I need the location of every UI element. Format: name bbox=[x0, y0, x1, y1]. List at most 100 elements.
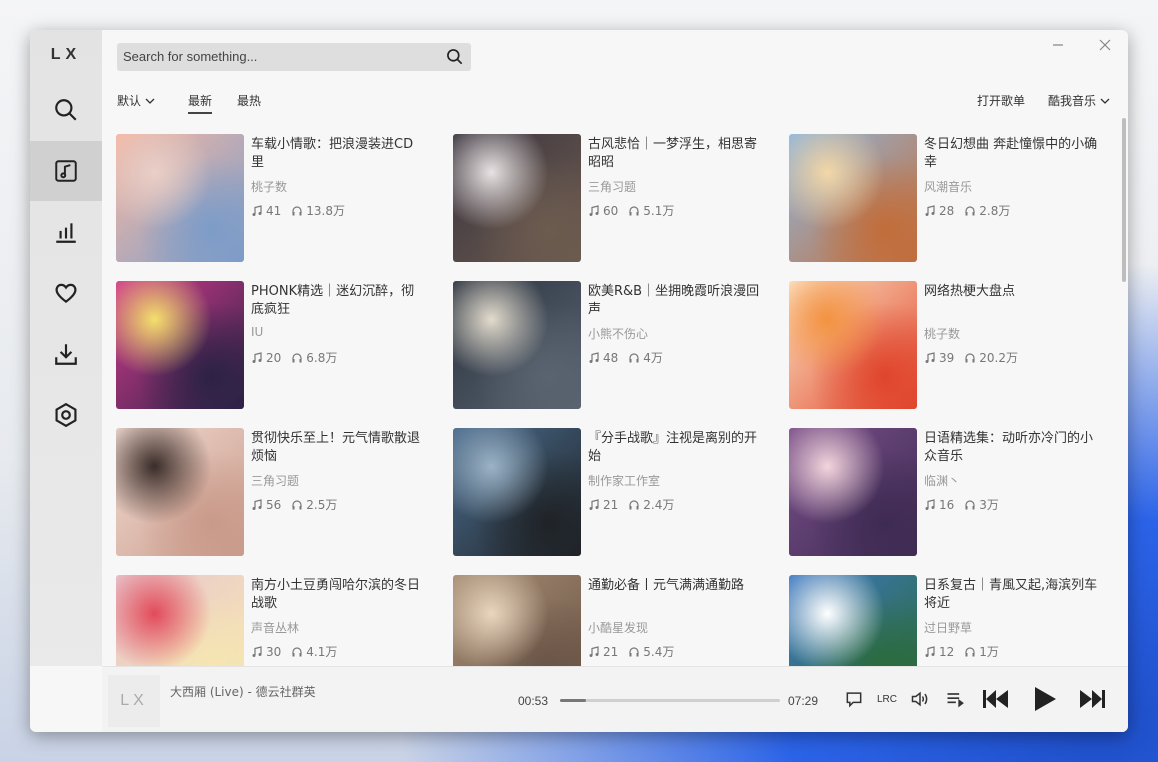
music-note-icon bbox=[925, 204, 935, 216]
playlist-cover[interactable] bbox=[116, 281, 244, 409]
playlist-cover[interactable] bbox=[789, 428, 917, 556]
song-count-value: 16 bbox=[939, 497, 955, 512]
previous-icon bbox=[983, 690, 1008, 708]
play-button[interactable] bbox=[1031, 685, 1059, 713]
playlist-title[interactable]: 古风悲恰｜一梦浮生，相思寄昭昭 bbox=[588, 136, 763, 172]
music-note-icon bbox=[589, 204, 599, 216]
tab-latest[interactable]: 最新 bbox=[188, 92, 213, 114]
close-button[interactable] bbox=[1099, 36, 1111, 55]
song-count: 28 bbox=[924, 202, 954, 219]
player-bar: LX 大西厢 (Live) - 德云社群英 00:53 07:29 LRC bbox=[102, 666, 1128, 732]
playlist-author[interactable]: 三角习题 bbox=[588, 178, 636, 195]
sidebar-item-search[interactable] bbox=[30, 80, 102, 140]
volume-button[interactable] bbox=[906, 685, 934, 713]
search-box[interactable]: Search for something... bbox=[117, 43, 471, 71]
playlist-card[interactable]: 古风悲恰｜一梦浮生，相思寄昭昭 三角习题 60 5.1万 bbox=[453, 134, 773, 262]
playlist-stats: 39 20.2万 bbox=[924, 349, 1018, 366]
headphones-icon bbox=[629, 646, 639, 656]
headphones-icon bbox=[292, 352, 302, 362]
comment-button[interactable] bbox=[840, 685, 868, 713]
source-dropdown[interactable]: 酷我音乐 bbox=[1048, 92, 1110, 109]
playlist-title[interactable]: 日系复古｜青風又起,海滨列车将近 bbox=[924, 577, 1099, 613]
minimize-button[interactable] bbox=[1052, 36, 1064, 55]
playlist-author[interactable]: 风潮音乐 bbox=[924, 178, 972, 195]
progress-bar[interactable] bbox=[560, 699, 780, 702]
playlist-author[interactable]: IU bbox=[251, 325, 263, 339]
playlist-cover[interactable] bbox=[116, 134, 244, 262]
heart-icon bbox=[55, 283, 77, 304]
sidebar-item-leaderboard[interactable] bbox=[30, 202, 102, 262]
playlist-card[interactable]: PHONK精选｜迷幻沉醉，彻底疯狂 IU 20 6.8万 bbox=[116, 281, 436, 409]
playlist-author[interactable]: 小熊不伤心 bbox=[588, 325, 648, 342]
headphones-icon bbox=[965, 352, 975, 362]
play-count-value: 13.8万 bbox=[306, 204, 346, 218]
playlist-title[interactable]: PHONK精选｜迷幻沉醉，彻底疯狂 bbox=[251, 283, 426, 319]
playlist-title[interactable]: 冬日幻想曲 奔赴憧憬中的小确幸 bbox=[924, 136, 1099, 172]
playlist-title[interactable]: 网络热梗大盘点 bbox=[924, 283, 1099, 301]
playlist-card[interactable]: 车载小情歌：把浪漫装进CD里 桃子数 41 13.8万 bbox=[116, 134, 436, 262]
play-count: 1万 bbox=[964, 643, 999, 660]
music-note-icon bbox=[925, 645, 935, 657]
now-playing-title[interactable]: 大西厢 (Live) - 德云社群英 bbox=[170, 683, 316, 700]
playlist-title[interactable]: 欧美R&B｜坐拥晚霞听浪漫回声 bbox=[588, 283, 763, 319]
playlist-card[interactable]: 南方小土豆勇闯哈尔滨的冬日战歌 声音丛林 30 4.1万 bbox=[116, 575, 436, 666]
sort-dropdown[interactable]: 默认 bbox=[117, 92, 155, 109]
playlist-cover[interactable] bbox=[453, 134, 581, 262]
playlist-author[interactable]: 临渊丶 bbox=[924, 472, 960, 489]
playlist-title[interactable]: 南方小土豆勇闯哈尔滨的冬日战歌 bbox=[251, 577, 426, 613]
playlist-author[interactable]: 小酷星发现 bbox=[588, 619, 648, 636]
app-window: LX Search for something... 默认 最新 最热 打开歌单… bbox=[30, 30, 1128, 732]
previous-button[interactable] bbox=[982, 685, 1010, 713]
playlist-author[interactable]: 制作家工作室 bbox=[588, 472, 660, 489]
lyrics-button[interactable]: LRC bbox=[873, 685, 901, 713]
play-icon bbox=[1035, 687, 1056, 711]
playlist-card[interactable]: 日语精选集：动听亦冷门的小众音乐 临渊丶 16 3万 bbox=[789, 428, 1109, 556]
song-count: 60 bbox=[588, 202, 618, 219]
headphones-icon bbox=[965, 205, 975, 215]
playlist-cover[interactable] bbox=[116, 428, 244, 556]
playlist-card[interactable]: 『分手战歌』注视是离别的开始 制作家工作室 21 2.4万 bbox=[453, 428, 773, 556]
playlist-author[interactable]: 桃子数 bbox=[924, 325, 960, 342]
music-note-icon bbox=[252, 204, 262, 216]
playlist-author[interactable]: 过日野草 bbox=[924, 619, 972, 636]
next-button[interactable] bbox=[1078, 685, 1106, 713]
song-count-value: 21 bbox=[603, 497, 619, 512]
playlist-cover[interactable] bbox=[789, 281, 917, 409]
playlist-card[interactable]: 通勤必备丨元气满满通勤路 小酷星发现 21 5.4万 bbox=[453, 575, 773, 666]
list-icon bbox=[947, 693, 964, 708]
playlist-stats: 30 4.1万 bbox=[251, 643, 337, 660]
sidebar-item-download[interactable] bbox=[30, 324, 102, 384]
playlist-title[interactable]: 日语精选集：动听亦冷门的小众音乐 bbox=[924, 430, 1099, 466]
playlist-cover[interactable] bbox=[453, 428, 581, 556]
playlist-title[interactable]: 『分手战歌』注视是离别的开始 bbox=[588, 430, 763, 466]
playlist-title[interactable]: 贯彻快乐至上！元气情歌散退烦恼 bbox=[251, 430, 426, 466]
play-count-value: 2.8万 bbox=[979, 204, 1011, 218]
playlist-card[interactable]: 贯彻快乐至上！元气情歌散退烦恼 三角习题 56 2.5万 bbox=[116, 428, 436, 556]
playlist-cover[interactable] bbox=[789, 134, 917, 262]
headphones-icon bbox=[629, 205, 639, 215]
scrollbar[interactable] bbox=[1122, 118, 1126, 282]
settings-icon bbox=[55, 402, 77, 428]
playlist-cover[interactable] bbox=[453, 281, 581, 409]
playlist-title[interactable]: 通勤必备丨元气满满通勤路 bbox=[588, 577, 763, 595]
sidebar-item-favorites[interactable] bbox=[30, 263, 102, 323]
playlist-cover[interactable] bbox=[116, 575, 244, 666]
playlist-author[interactable]: 三角习题 bbox=[251, 472, 299, 489]
playlist-cover[interactable] bbox=[453, 575, 581, 666]
search-icon[interactable] bbox=[445, 47, 465, 67]
playlist-cover[interactable] bbox=[789, 575, 917, 666]
sidebar-item-songlist[interactable] bbox=[30, 141, 102, 201]
playlist-button[interactable] bbox=[941, 685, 969, 713]
open-playlist-button[interactable]: 打开歌单 bbox=[977, 92, 1025, 109]
playlist-card[interactable]: 日系复古｜青風又起,海滨列车将近 过日野草 12 1万 bbox=[789, 575, 1109, 666]
playlist-card[interactable]: 网络热梗大盘点 桃子数 39 20.2万 bbox=[789, 281, 1109, 409]
search-input[interactable]: Search for something... bbox=[123, 49, 257, 64]
playlist-title[interactable]: 车载小情歌：把浪漫装进CD里 bbox=[251, 136, 426, 172]
playlist-author[interactable]: 声音丛林 bbox=[251, 619, 299, 636]
sidebar-item-settings[interactable] bbox=[30, 385, 102, 445]
now-playing-cover[interactable]: LX bbox=[108, 675, 160, 727]
playlist-author[interactable]: 桃子数 bbox=[251, 178, 287, 195]
playlist-card[interactable]: 冬日幻想曲 奔赴憧憬中的小确幸 风潮音乐 28 2.8万 bbox=[789, 134, 1109, 262]
tab-hot[interactable]: 最热 bbox=[237, 92, 261, 109]
playlist-card[interactable]: 欧美R&B｜坐拥晚霞听浪漫回声 小熊不伤心 48 4万 bbox=[453, 281, 773, 409]
